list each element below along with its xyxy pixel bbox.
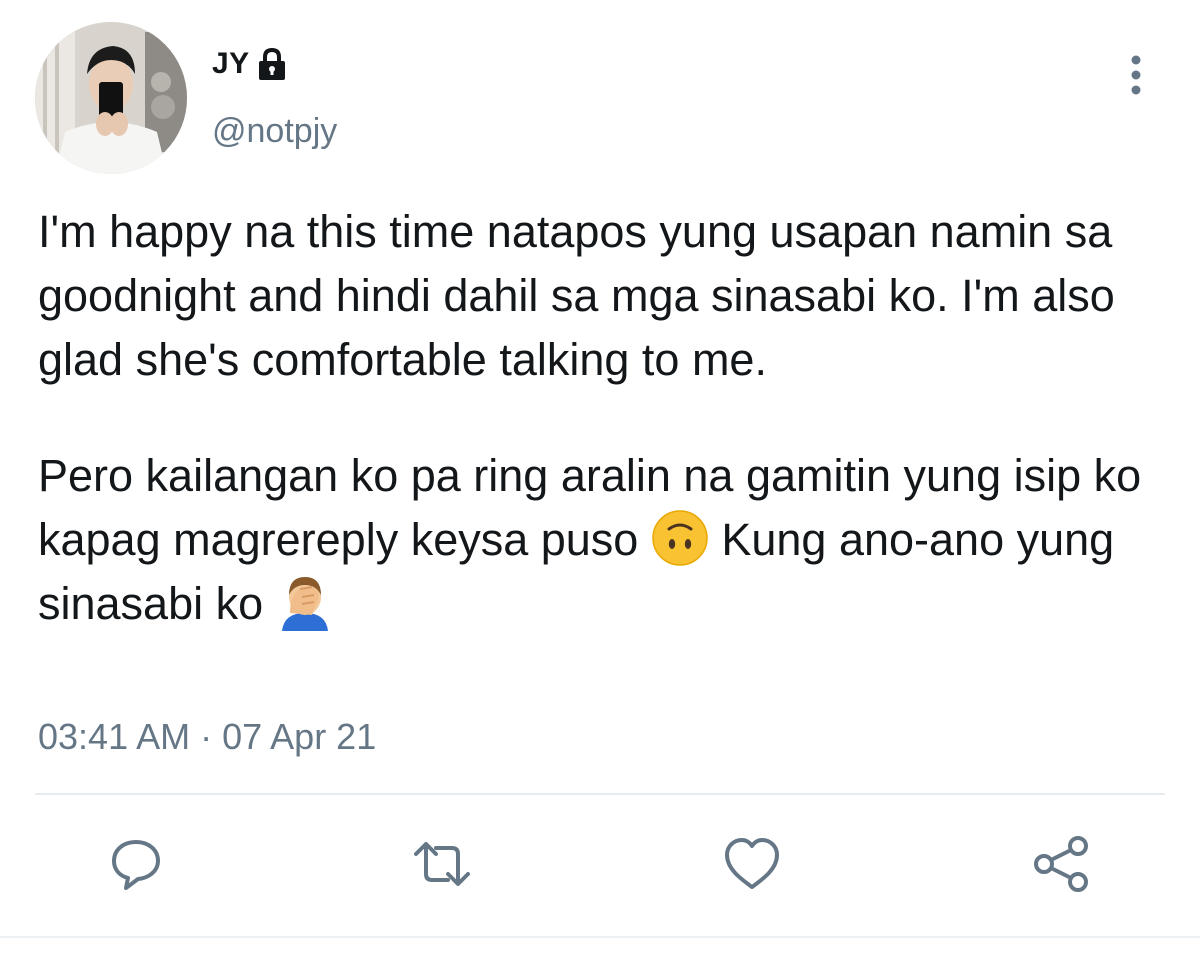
heart-icon: [721, 835, 783, 893]
share-icon: [1030, 832, 1094, 896]
avatar[interactable]: [35, 22, 187, 174]
tweet-text: I'm happy na this time natapos yung usap…: [38, 200, 1168, 636]
more-vertical-icon[interactable]: [1118, 52, 1154, 98]
lock-icon: [254, 46, 290, 82]
author-name-row: JY: [212, 44, 290, 84]
tweet-paragraph-1: I'm happy na this time natapos yung usap…: [38, 206, 1115, 385]
reply-icon: [106, 834, 166, 894]
handle[interactable]: @notpjy: [212, 112, 337, 151]
reply-button[interactable]: [104, 832, 168, 896]
man-facepalming-emoji: [276, 573, 334, 631]
display-name[interactable]: JY: [212, 47, 250, 81]
divider: [35, 793, 1165, 795]
share-button[interactable]: [1030, 832, 1094, 896]
like-button[interactable]: [720, 832, 784, 896]
retweet-icon: [410, 834, 474, 894]
bottom-divider: [0, 936, 1200, 938]
retweet-button[interactable]: [410, 832, 474, 896]
timestamp[interactable]: 03:41 AM · 07 Apr 21: [38, 716, 376, 758]
tweet-paragraph-2: Pero kailangan ko pa ring aralin na gami…: [38, 444, 1168, 636]
upside-down-face-emoji: [651, 509, 709, 567]
profile-photo: [35, 22, 187, 174]
tweet-card: JY @notpjy I'm happy na this time natapo…: [0, 0, 1200, 953]
